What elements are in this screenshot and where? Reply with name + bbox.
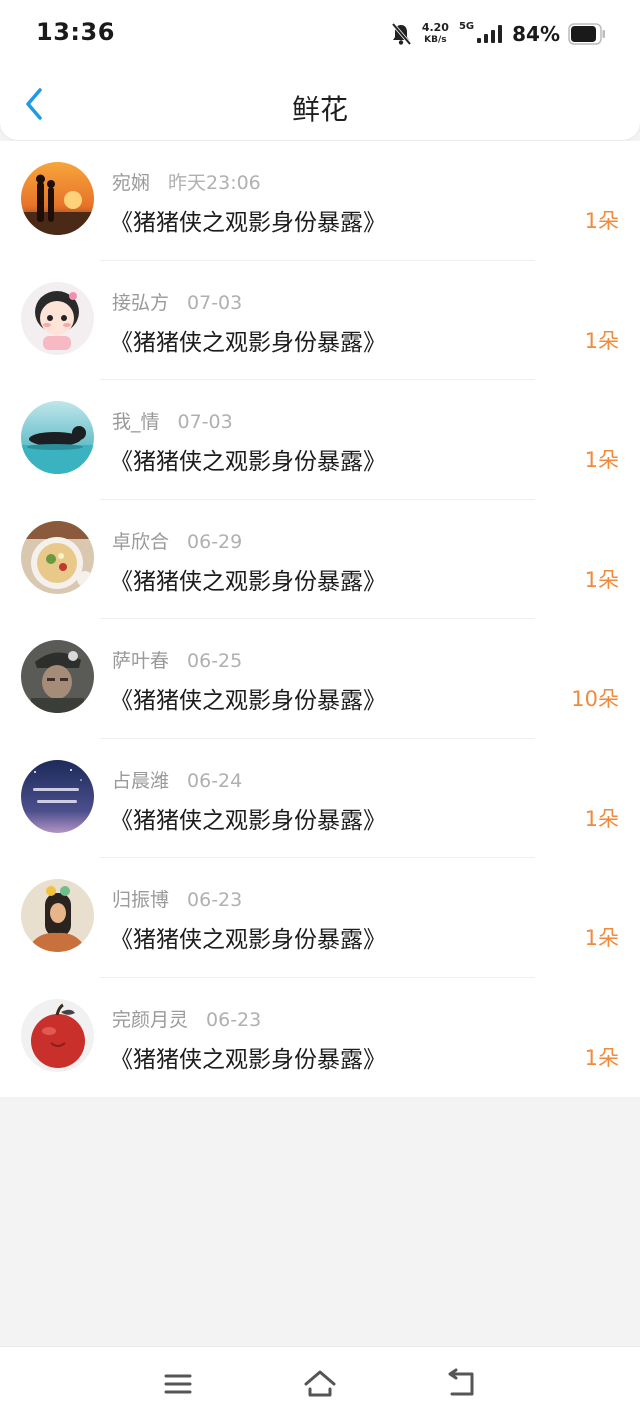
list-item[interactable]: 完颜月灵 06-23 《猪猪侠之观影身份暴露》 1朵 — [0, 978, 640, 1098]
status-bar: 13:36 4.20 KB/s 5G 84% — [0, 0, 640, 66]
avatar[interactable] — [21, 162, 94, 235]
battery-percent: 84% — [512, 22, 560, 46]
signal-icon — [477, 25, 503, 43]
item-time: 06-29 — [187, 530, 243, 553]
user-name: 萨叶春 — [112, 650, 170, 672]
movie-title: 《猪猪侠之观影身份暴露》 — [110, 568, 386, 595]
flower-count: 10朵 — [571, 687, 619, 711]
reclining-statue-avatar-icon — [21, 401, 94, 474]
list-item[interactable]: 卓欣合 06-29 《猪猪侠之观影身份暴露》 1朵 — [0, 500, 640, 619]
flower-count: 1朵 — [584, 1045, 619, 1070]
item-time: 06-23 — [187, 889, 243, 911]
flower-count: 1朵 — [584, 328, 619, 353]
red-apple-avatar-icon — [21, 998, 94, 1072]
avatar[interactable] — [21, 640, 94, 713]
avatar[interactable] — [21, 879, 94, 952]
user-name: 归振博 — [112, 889, 170, 911]
menu-button[interactable] — [160, 1367, 196, 1401]
avatar[interactable] — [21, 281, 94, 355]
item-time: 06-23 — [206, 1008, 262, 1031]
night-sky-avatar-icon — [21, 759, 94, 833]
item-meta: 接弘方 07-03 — [112, 288, 242, 315]
flower-count: 1朵 — [584, 448, 619, 472]
flower-count: 1朵 — [584, 567, 619, 592]
soldier-avatar-icon — [21, 640, 94, 713]
item-meta: 我_情 07-03 — [112, 407, 233, 434]
movie-title: 《猪猪侠之观影身份暴露》 — [110, 329, 386, 356]
movie-title: 《猪猪侠之观影身份暴露》 — [110, 688, 386, 714]
status-indicators: 4.20 KB/s 5G 84% — [390, 19, 606, 49]
sunset-couple-avatar-icon — [21, 162, 94, 235]
item-meta: 占晨潍 06-24 — [112, 766, 242, 793]
net-speed: 4.20 KB/s — [422, 22, 449, 46]
item-time: 昨天23:06 — [168, 172, 261, 194]
network-type: 5G — [458, 21, 475, 32]
list-item[interactable]: 占晨潍 06-24 《猪猪侠之观影身份暴露》 1朵 — [0, 739, 640, 858]
system-nav-bar — [0, 1346, 640, 1422]
flower-count: 1朵 — [584, 209, 619, 233]
home-icon — [304, 1370, 336, 1397]
avatar[interactable] — [21, 401, 94, 474]
noodle-bowl-avatar-icon — [21, 520, 94, 594]
user-name: 接弘方 — [112, 291, 170, 314]
avatar[interactable] — [21, 520, 94, 594]
avatar[interactable] — [21, 759, 94, 833]
movie-title: 《猪猪侠之观影身份暴露》 — [110, 210, 386, 236]
status-time: 13:36 — [36, 18, 115, 46]
movie-title: 《猪猪侠之观影身份暴露》 — [110, 807, 386, 834]
back-nav-button[interactable] — [444, 1367, 480, 1401]
screen: 13:36 4.20 KB/s 5G 84% 鲜花 宛娴 昨天23:06 《猪猪… — [0, 0, 640, 1422]
menu-icon — [164, 1374, 192, 1394]
list-item[interactable]: 宛娴 昨天23:06 《猪猪侠之观影身份暴露》 1朵 — [0, 141, 640, 261]
cartoon-girl-avatar-icon — [21, 281, 94, 355]
user-name: 宛娴 — [112, 172, 151, 194]
list-item[interactable]: 归振博 06-23 《猪猪侠之观影身份暴露》 1朵 — [0, 858, 640, 978]
item-time: 07-03 — [177, 411, 233, 433]
net-speed-unit: KB/s — [424, 35, 447, 45]
item-meta: 宛娴 昨天23:06 — [112, 168, 261, 195]
list-item[interactable]: 接弘方 07-03 《猪猪侠之观影身份暴露》 1朵 — [0, 261, 640, 380]
item-time: 07-03 — [187, 291, 243, 314]
flower-count: 1朵 — [584, 806, 619, 831]
item-time: 06-24 — [187, 769, 243, 792]
user-name: 完颜月灵 — [112, 1008, 189, 1031]
flower-count: 1朵 — [584, 926, 619, 950]
movie-title: 《猪猪侠之观影身份暴露》 — [110, 1046, 386, 1073]
header: 鲜花 — [0, 66, 640, 140]
list-item[interactable]: 我_情 07-03 《猪猪侠之观影身份暴露》 1朵 — [0, 380, 640, 500]
item-meta: 完颜月灵 06-23 — [112, 1005, 261, 1032]
bell-muted-icon — [391, 22, 412, 46]
user-name: 卓欣合 — [112, 530, 170, 553]
top-card: 13:36 4.20 KB/s 5G 84% 鲜花 — [0, 0, 640, 140]
back-icon — [448, 1368, 474, 1396]
item-time: 06-25 — [187, 650, 243, 672]
battery-icon — [568, 23, 605, 45]
user-name: 占晨潍 — [112, 769, 170, 792]
user-name: 我_情 — [112, 411, 160, 433]
cartoon-character-avatar-icon — [21, 879, 94, 952]
item-meta: 归振博 06-23 — [112, 885, 242, 912]
list-item[interactable]: 萨叶春 06-25 《猪猪侠之观影身份暴露》 10朵 — [0, 619, 640, 739]
item-meta: 卓欣合 06-29 — [112, 527, 242, 554]
movie-title: 《猪猪侠之观影身份暴露》 — [110, 927, 386, 953]
flower-list: 宛娴 昨天23:06 《猪猪侠之观影身份暴露》 1朵 接弘方 07-03 《猪猪… — [0, 141, 640, 1097]
net-speed-value: 4.20 — [421, 21, 449, 34]
page-title: 鲜花 — [291, 93, 348, 126]
item-meta: 萨叶春 06-25 — [112, 646, 242, 673]
avatar[interactable] — [21, 998, 94, 1072]
home-button[interactable] — [302, 1367, 338, 1401]
movie-title: 《猪猪侠之观影身份暴露》 — [110, 449, 386, 475]
